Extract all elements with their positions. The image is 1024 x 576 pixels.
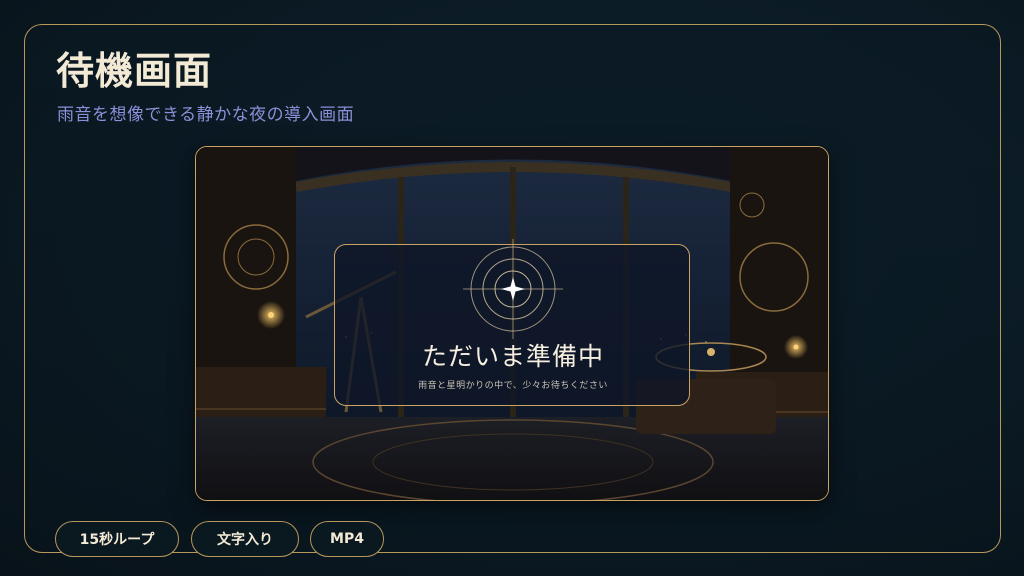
compass-star-icon — [463, 239, 563, 339]
page-title: 待機画面 — [56, 48, 213, 93]
tag-with-text[interactable]: 文字入り — [191, 521, 299, 557]
loading-message: 雨音と星明かりの中で、少々お待ちください — [418, 381, 608, 391]
loading-title: ただいま準備中 — [421, 342, 604, 371]
tag-format-mp4[interactable]: MP4 — [310, 521, 384, 557]
loading-card: ただいま準備中 雨音と星明かりの中で、少々お待ちください — [334, 239, 690, 406]
tag-loop-duration[interactable]: 15秒ループ — [55, 521, 179, 557]
page-subtitle: 雨音を想像できる静かな夜の導入画面 — [57, 105, 355, 125]
